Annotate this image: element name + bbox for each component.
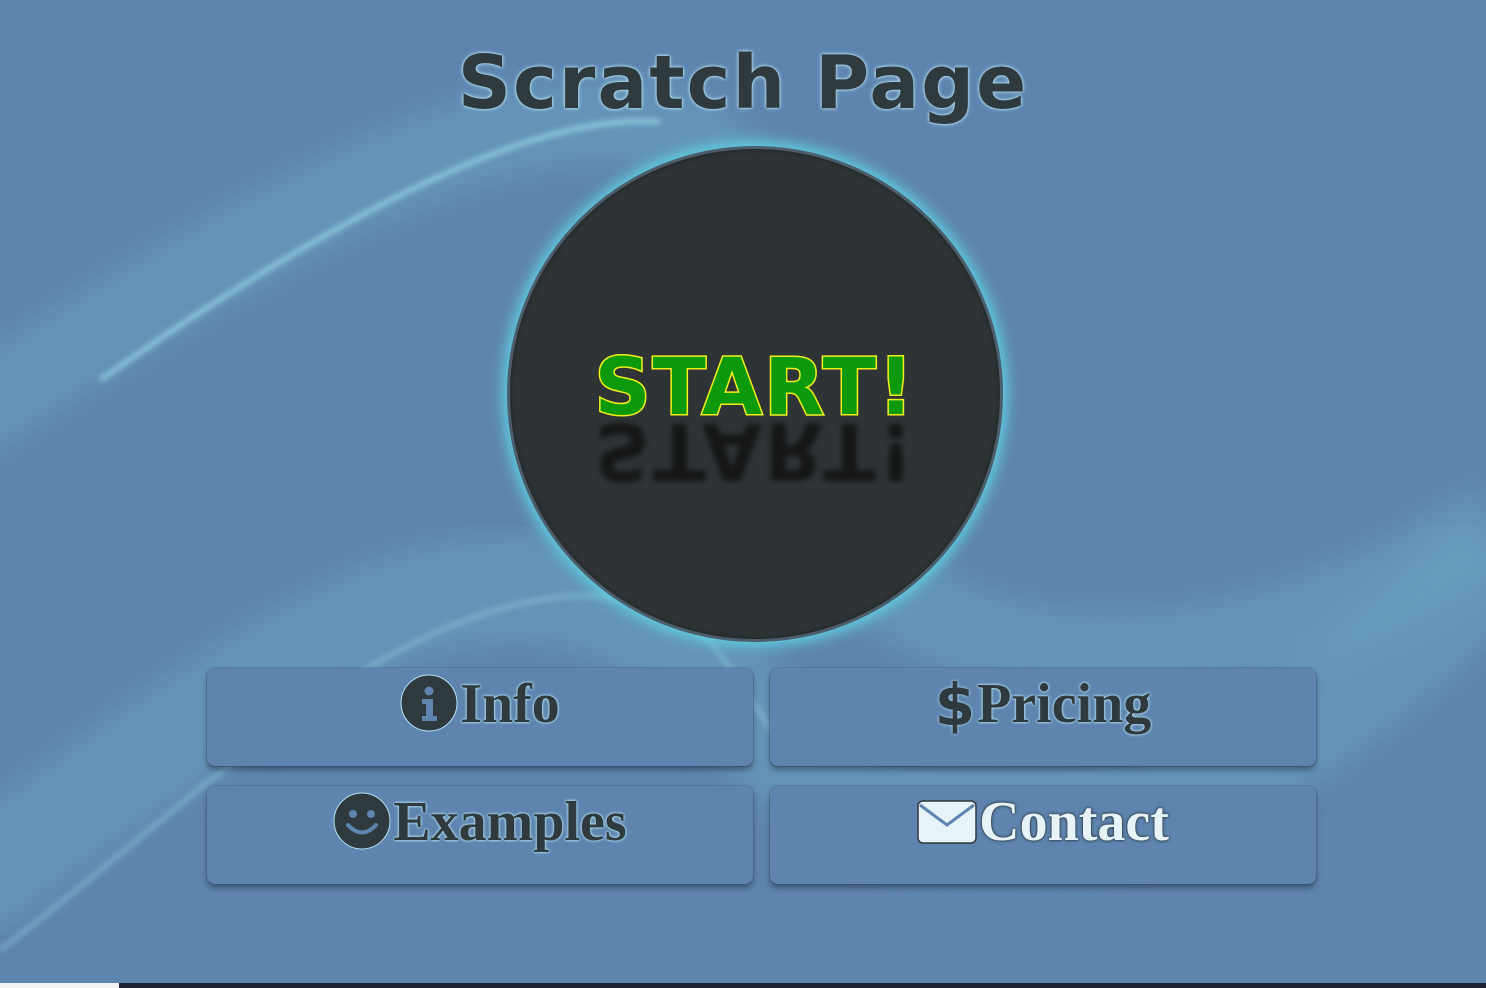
info-label: Info	[460, 673, 560, 736]
examples-label: Examples	[393, 791, 627, 854]
dollar-icon: $	[934, 670, 976, 739]
start-label: START!	[593, 343, 916, 433]
start-button[interactable]: START! START!	[507, 146, 1003, 642]
page-title: Scratch Page	[457, 40, 1029, 126]
info-button[interactable]: Info	[207, 668, 753, 766]
info-circle-icon	[400, 674, 458, 736]
examples-button[interactable]: Examples	[207, 786, 753, 884]
envelope-icon	[917, 797, 977, 849]
taskbar-edge	[119, 983, 1486, 988]
pricing-button[interactable]: $ Pricing	[770, 668, 1316, 766]
taskbar-left-edge	[0, 983, 119, 988]
contact-button[interactable]: Contact	[770, 786, 1316, 884]
contact-label: Contact	[979, 791, 1169, 853]
smiley-icon	[333, 792, 391, 854]
pricing-label: Pricing	[977, 673, 1152, 735]
